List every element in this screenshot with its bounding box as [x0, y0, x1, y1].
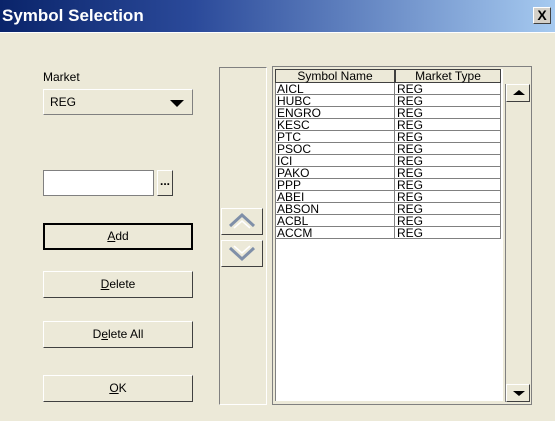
close-icon: X — [537, 7, 547, 23]
delete-all-pre: D — [92, 327, 102, 341]
symbol-name-cell[interactable]: HUBC — [275, 95, 395, 107]
add-button[interactable]: Add — [43, 223, 193, 250]
symbol-selection-dialog: Symbol Selection X Market REG ... Add De… — [0, 0, 555, 421]
symbol-name-cell[interactable]: ENGRO — [275, 107, 395, 119]
market-type-cell[interactable]: REG — [395, 119, 501, 131]
market-type-cell[interactable]: REG — [395, 167, 501, 179]
close-button[interactable]: X — [533, 7, 551, 24]
scroll-up-icon — [513, 90, 525, 95]
dropdown-arrow-icon — [170, 100, 184, 107]
market-dropdown[interactable]: REG — [43, 89, 193, 115]
symbol-name-cell[interactable]: ABEI — [275, 191, 395, 203]
market-type-cell[interactable]: REG — [395, 191, 501, 203]
move-down-button[interactable] — [221, 240, 263, 267]
move-up-button[interactable] — [221, 208, 263, 235]
ok-label-rest: K — [118, 381, 127, 395]
symbol-name-cell[interactable]: ACBL — [275, 215, 395, 227]
symbol-name-cell[interactable]: PPP — [275, 179, 395, 191]
symbol-name-cell[interactable]: PTC — [275, 131, 395, 143]
symbol-name-cell[interactable]: PSOC — [275, 143, 395, 155]
symbol-name-cell[interactable]: AICL — [275, 83, 395, 95]
market-selected-value: REG — [50, 95, 77, 109]
market-type-cell[interactable]: REG — [395, 179, 501, 191]
market-type-cell[interactable]: REG — [395, 215, 501, 227]
delete-all-button[interactable]: Delete All — [43, 321, 193, 348]
ok-accel: O — [109, 381, 119, 395]
delete-accel: D — [100, 277, 110, 291]
symbol-name-cell[interactable]: ACCM — [275, 227, 395, 239]
chevron-up-icon — [228, 212, 256, 229]
symbol-input[interactable] — [43, 170, 154, 196]
market-type-cell[interactable]: REG — [395, 95, 501, 107]
market-type-cell[interactable]: REG — [395, 131, 501, 143]
vertical-scrollbar[interactable] — [505, 84, 531, 402]
ellipsis-label: ... — [159, 174, 170, 188]
delete-all-accel: e — [101, 327, 108, 341]
browse-button[interactable]: ... — [157, 170, 173, 196]
chevron-down-icon — [228, 245, 256, 262]
add-label-rest: dd — [115, 229, 129, 243]
ok-button[interactable]: OK — [43, 375, 193, 402]
symbol-name-cell[interactable]: PAKO — [275, 167, 395, 179]
scroll-down-icon — [513, 391, 525, 396]
column-header-symbol-name[interactable]: Symbol Name — [275, 69, 395, 83]
column-header-market-type[interactable]: Market Type — [395, 69, 501, 83]
market-type-cell[interactable]: REG — [395, 227, 501, 239]
delete-button[interactable]: Delete — [43, 271, 193, 298]
delete-all-label-rest: lete All — [108, 327, 144, 341]
symbol-name-cell[interactable]: ICI — [275, 155, 395, 167]
delete-label-rest: elete — [109, 277, 136, 291]
title-bar[interactable]: Symbol Selection X — [0, 0, 555, 32]
symbol-name-cell[interactable]: ABSON — [275, 203, 395, 215]
market-type-cell[interactable]: REG — [395, 143, 501, 155]
dialog-title: Symbol Selection — [2, 6, 144, 25]
market-type-cell[interactable]: REG — [395, 155, 501, 167]
scroll-down-button[interactable] — [506, 384, 530, 402]
market-type-cell[interactable]: REG — [395, 203, 501, 215]
market-label: Market — [43, 70, 80, 84]
symbol-name-cell[interactable]: KESC — [275, 119, 395, 131]
market-type-cell[interactable]: REG — [395, 107, 501, 119]
market-type-cell[interactable]: REG — [395, 83, 501, 95]
scroll-up-button[interactable] — [506, 84, 530, 102]
